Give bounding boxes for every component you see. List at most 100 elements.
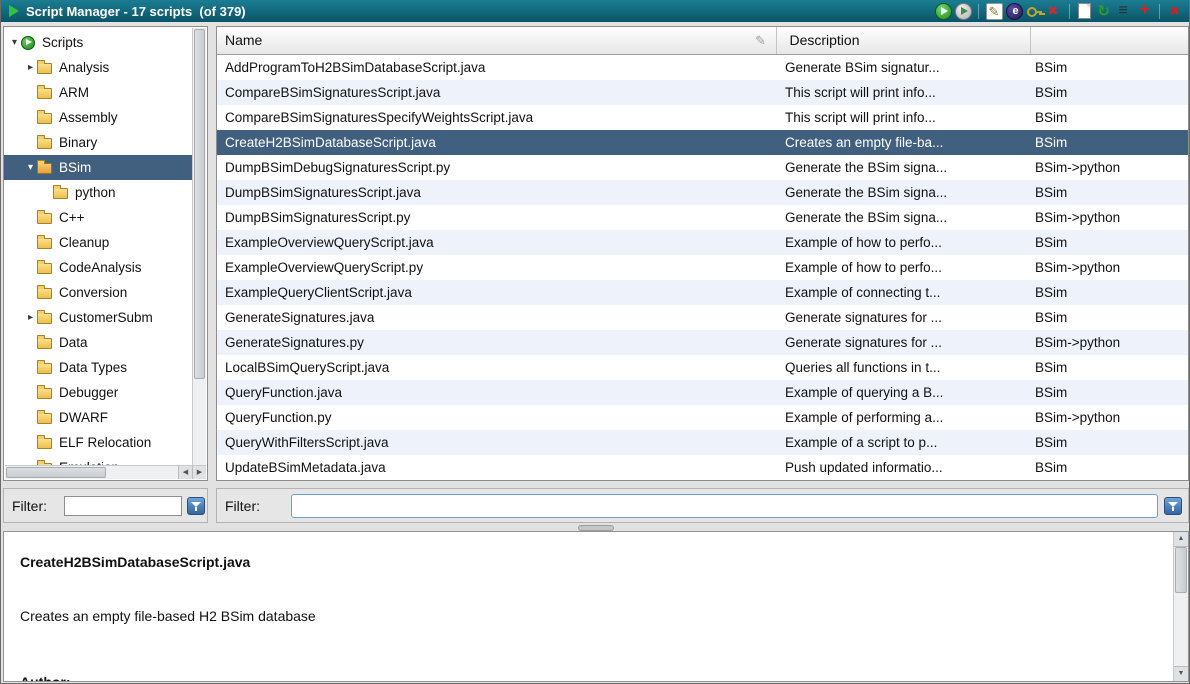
filter-options-icon[interactable] (187, 497, 205, 515)
cell-description: This script will print info... (777, 105, 1027, 130)
cell-name: CompareBSimSignaturesScript.java (217, 80, 777, 105)
scroll-left-button[interactable]: ◀ (178, 466, 192, 479)
tree-horizontal-scrollbar[interactable]: ◀ ▶ (5, 465, 206, 479)
column-header-label: Name (225, 32, 262, 48)
table-row[interactable]: QueryFunction.pyExample of performing a.… (217, 405, 1188, 430)
table-row[interactable]: DumpBSimSignaturesScript.pyGenerate the … (217, 205, 1188, 230)
tree-item[interactable]: ▸CustomerSubm (4, 305, 192, 330)
filter-options-icon[interactable] (1164, 497, 1182, 515)
cell-name: QueryFunction.py (217, 405, 777, 430)
table-row[interactable]: ExampleOverviewQueryScript.pyExample of … (217, 255, 1188, 280)
refresh-script-list-icon[interactable] (1096, 3, 1113, 20)
tree-item[interactable]: Emulation (4, 455, 192, 465)
table-row[interactable]: UpdateBSimMetadata.javaPush updated info… (217, 455, 1188, 480)
cell-category: BSim (1027, 430, 1188, 455)
scrollbar-thumb[interactable] (6, 467, 106, 478)
column-header-description[interactable]: Description (781, 27, 1031, 54)
table-row[interactable]: GenerateSignatures.pyGenerate signatures… (217, 330, 1188, 355)
tree-item[interactable]: Data Types (4, 355, 192, 380)
tree-item-label: Analysis (59, 60, 109, 75)
scrollbar-thumb[interactable] (1175, 547, 1187, 593)
table-row[interactable]: ExampleOverviewQueryScript.javaExample o… (217, 230, 1188, 255)
tree-item[interactable]: ▾Scripts (4, 30, 192, 55)
table-row[interactable]: QueryWithFiltersScript.javaExample of a … (217, 430, 1188, 455)
cell-category: BSim (1027, 380, 1188, 405)
tree-item-label: ARM (59, 85, 89, 100)
cell-name: LocalBSimQueryScript.java (217, 355, 777, 380)
author-heading-clipped: Author: (20, 674, 71, 682)
rerun-last-script-icon[interactable] (955, 3, 972, 20)
table-row[interactable]: CompareBSimSignaturesSpecifyWeightsScrip… (217, 105, 1188, 130)
table-row[interactable]: ExampleQueryClientScript.javaExample of … (217, 280, 1188, 305)
toolbar-separator (1069, 4, 1070, 19)
tree-item[interactable]: Cleanup (4, 230, 192, 255)
folder-icon (37, 438, 52, 449)
tree-item[interactable]: ▾BSim (4, 155, 192, 180)
tree-item-label: python (75, 185, 116, 200)
edit-script-icon[interactable] (986, 3, 1003, 20)
tree-item[interactable]: python (4, 180, 192, 205)
folder-icon (37, 138, 52, 149)
toolbar-separator (978, 4, 979, 19)
tree-item[interactable]: CodeAnalysis (4, 255, 192, 280)
tree-item[interactable]: Debugger (4, 380, 192, 405)
column-header-name[interactable]: Name ✎ (217, 27, 777, 54)
tree-expand-icon[interactable]: ▸ (24, 62, 37, 73)
api-help-icon[interactable] (1136, 3, 1153, 20)
folder-icon (37, 238, 52, 249)
toolbar (933, 0, 1185, 22)
tree-item[interactable]: C++ (4, 205, 192, 230)
tree-filter-input[interactable] (64, 496, 182, 516)
scrollbar-thumb[interactable] (194, 29, 205, 379)
cell-name: ExampleQueryClientScript.java (217, 280, 777, 305)
tree-item[interactable]: Data (4, 330, 192, 355)
delete-script-icon[interactable] (1046, 3, 1063, 20)
cell-name: DumpBSimSignaturesScript.java (217, 180, 777, 205)
tree-item[interactable]: ELF Relocation (4, 430, 192, 455)
tree-item[interactable]: Assembly (4, 105, 192, 130)
table-row[interactable]: CreateH2BSimDatabaseScript.javaCreates a… (217, 130, 1188, 155)
filter-label: Filter: (225, 498, 260, 514)
tree-expand-icon[interactable]: ▾ (24, 162, 37, 173)
table-filter-input[interactable] (291, 494, 1158, 518)
scroll-down-button[interactable]: ▼ (1174, 666, 1188, 681)
tree-item[interactable]: DWARF (4, 405, 192, 430)
cell-name: DumpBSimSignaturesScript.py (217, 205, 777, 230)
table-row[interactable]: CompareBSimSignaturesScript.javaThis scr… (217, 80, 1188, 105)
script-directories-icon[interactable] (1116, 3, 1133, 20)
tree-item[interactable]: ARM (4, 80, 192, 105)
folder-icon (37, 263, 52, 274)
table-row[interactable]: AddProgramToH2BSimDatabaseScript.javaGen… (217, 55, 1188, 80)
tree-item-label: Data (59, 335, 88, 350)
scroll-right-button[interactable]: ▶ (192, 466, 206, 479)
tree-item-label: Binary (59, 135, 97, 150)
scroll-up-button[interactable]: ▲ (1174, 532, 1188, 547)
tree-item[interactable]: Conversion (4, 280, 192, 305)
tree-item-label: ELF Relocation (59, 435, 151, 450)
tree-item[interactable]: Binary (4, 130, 192, 155)
edit-in-eclipse-icon[interactable] (1006, 3, 1023, 20)
table-row[interactable]: GenerateSignatures.javaGenerate signatur… (217, 305, 1188, 330)
table-row[interactable]: DumpBSimSignaturesScript.javaGenerate th… (217, 180, 1188, 205)
filter-label: Filter: (12, 498, 47, 514)
new-script-icon[interactable] (1078, 3, 1091, 19)
assign-key-binding-icon[interactable] (1026, 3, 1043, 20)
table-header: Name ✎ Description Category (217, 27, 1188, 55)
table-row[interactable]: QueryFunction.javaExample of querying a … (217, 380, 1188, 405)
tree-expand-icon[interactable]: ▾ (8, 37, 21, 48)
run-script-icon[interactable] (935, 3, 952, 20)
description-vertical-scrollbar[interactable]: ▲ ▼ (1173, 532, 1188, 681)
column-header-label: Description (789, 32, 859, 48)
script-manager-window: Script Manager - 17 scripts (of 379) ▾Sc… (0, 0, 1190, 684)
tree-expand-icon[interactable]: ▸ (24, 312, 37, 323)
table-row[interactable]: DumpBSimDebugSignaturesScript.pyGenerate… (217, 155, 1188, 180)
cell-description: Generate the BSim signa... (777, 205, 1027, 230)
table-row[interactable]: LocalBSimQueryScript.javaQueries all fun… (217, 355, 1188, 380)
close-window-icon[interactable] (1167, 3, 1184, 20)
cell-description: Queries all functions in t... (777, 355, 1027, 380)
tree-item[interactable]: ▸ Analysis (4, 55, 192, 80)
cell-description: This script will print info... (777, 80, 1027, 105)
window-title: Script Manager - 17 scripts (of 379) (26, 4, 246, 19)
script-description-text: Creates an empty file-based H2 BSim data… (20, 608, 316, 624)
tree-vertical-scrollbar[interactable] (192, 28, 206, 465)
